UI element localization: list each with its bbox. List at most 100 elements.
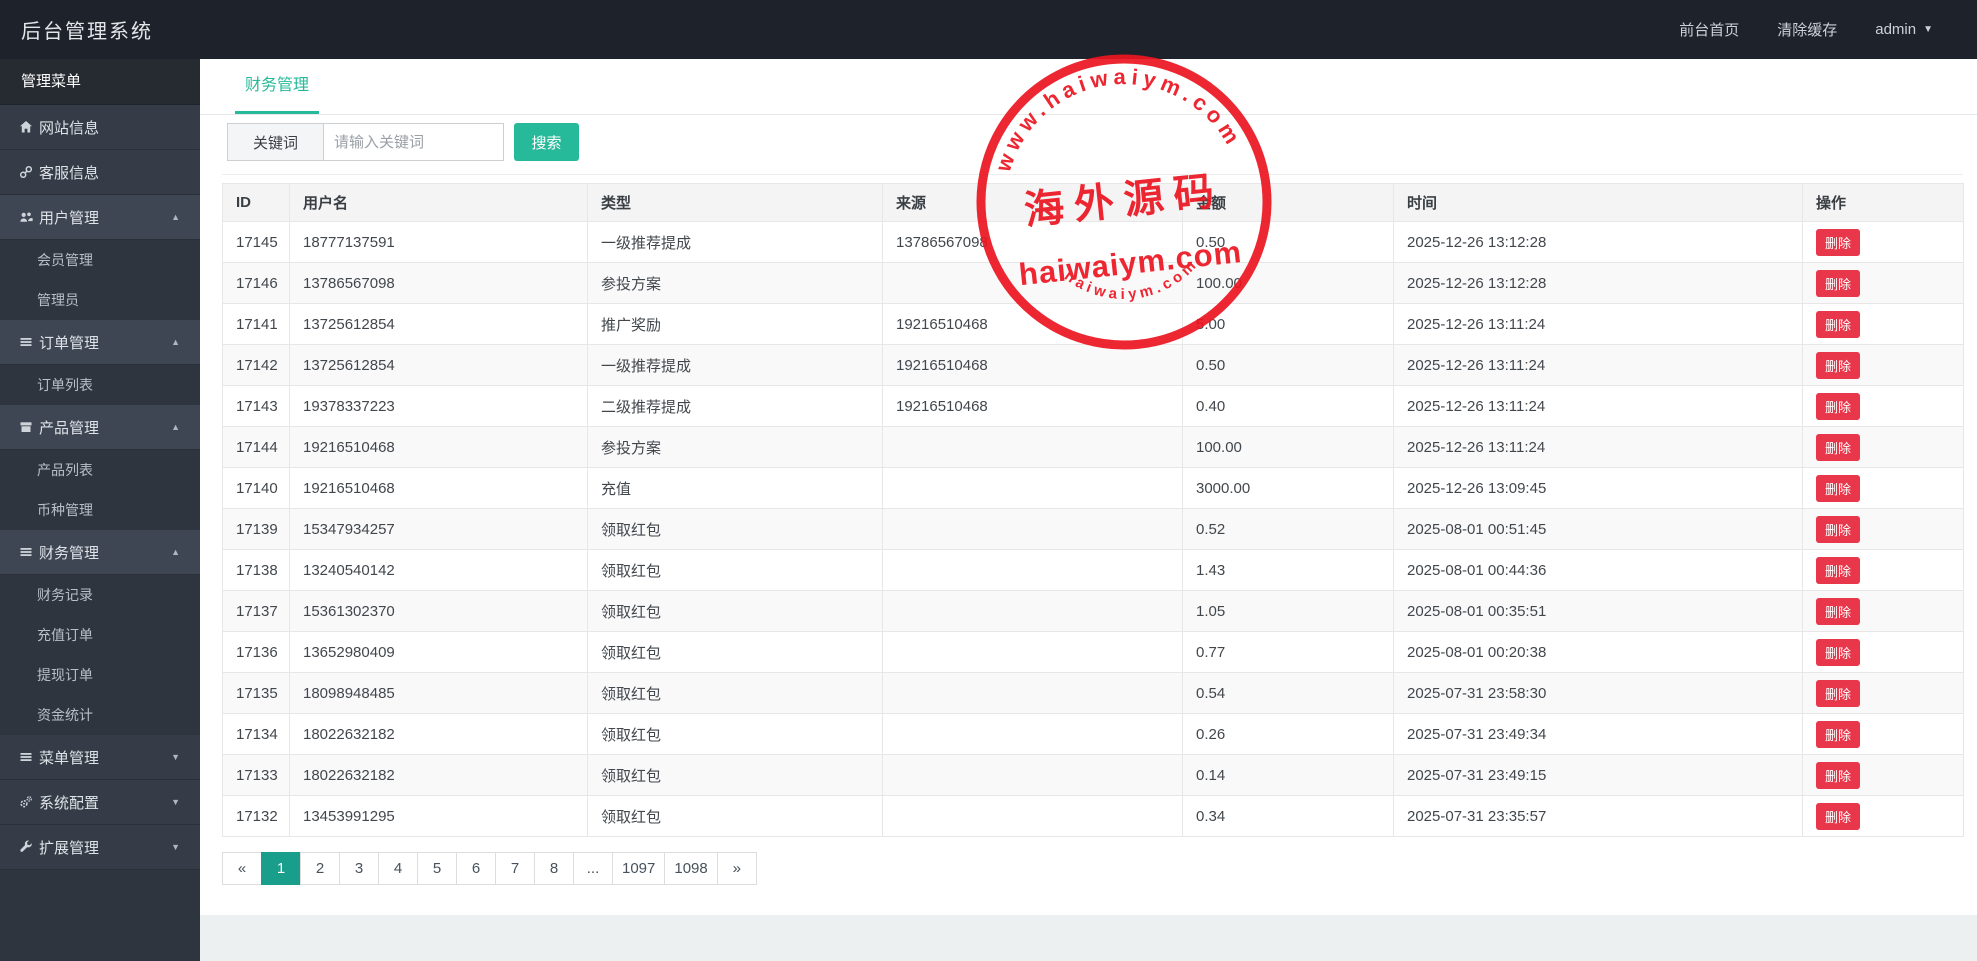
sidebar-subitem-recharge-order[interactable]: 充值订单 bbox=[0, 615, 200, 655]
sidebar-subitem-label: 订单列表 bbox=[37, 377, 93, 393]
gears-icon bbox=[19, 795, 33, 809]
sidebar-item-extend-manage[interactable]: 扩展管理 ▼ bbox=[0, 825, 200, 870]
table-cell: 3000.00 bbox=[1182, 467, 1394, 509]
delete-button[interactable]: 删除 bbox=[1816, 433, 1861, 461]
table-cell: 0.34 bbox=[1182, 795, 1394, 837]
sidebar-subitem-admin-manage[interactable]: 管理员 bbox=[0, 280, 200, 320]
table-cell bbox=[882, 426, 1183, 468]
frontend-home-link[interactable]: 前台首页 bbox=[1679, 19, 1739, 40]
table-cell: 1.05 bbox=[1182, 590, 1394, 632]
table-cell: 17136 bbox=[222, 631, 290, 673]
table-cell: 2025-12-26 13:12:28 bbox=[1393, 262, 1803, 304]
sidebar-subitem-member-manage[interactable]: 会员管理 bbox=[0, 240, 200, 280]
delete-button[interactable]: 删除 bbox=[1816, 597, 1861, 625]
pagination-page-1097[interactable]: 1097 bbox=[612, 852, 666, 885]
sidebar-item-user-manage[interactable]: 用户管理 ▲ bbox=[0, 195, 200, 240]
navbar-links: 前台首页 清除缓存 admin ▼ bbox=[1679, 19, 1977, 40]
delete-button[interactable]: 删除 bbox=[1816, 474, 1861, 502]
clear-cache-link[interactable]: 清除缓存 bbox=[1777, 19, 1837, 40]
delete-button[interactable]: 删除 bbox=[1816, 556, 1861, 584]
sidebar-item-service-info[interactable]: 客服信息 bbox=[0, 150, 200, 195]
app-title: 后台管理系统 bbox=[21, 21, 153, 43]
table-row: 17138 13240540142 领取红包 1.43 2025-08-01 00:44… bbox=[222, 549, 1964, 591]
pagination-next[interactable]: » bbox=[716, 852, 757, 885]
sidebar-subitem-product-list[interactable]: 产品列表 bbox=[0, 450, 200, 490]
pagination-page-1[interactable]: 1 bbox=[261, 852, 301, 885]
sidebar-item-system-config[interactable]: 系统配置 ▼ bbox=[0, 780, 200, 825]
chevron-down-icon: ▼ bbox=[171, 842, 180, 852]
sidebar-section-header: 管理菜单 bbox=[0, 59, 200, 105]
table-cell: 13786567098 bbox=[882, 221, 1183, 263]
delete-button[interactable]: 删除 bbox=[1816, 351, 1861, 379]
table-cell: 13786567098 bbox=[289, 262, 588, 304]
delete-button[interactable]: 删除 bbox=[1816, 761, 1861, 789]
pagination-page-7[interactable]: 7 bbox=[495, 852, 535, 885]
delete-button[interactable]: 删除 bbox=[1816, 310, 1861, 338]
table-cell bbox=[882, 631, 1183, 673]
delete-button[interactable]: 删除 bbox=[1816, 638, 1861, 666]
table-cell: 领取红包 bbox=[587, 713, 883, 755]
search-button[interactable]: 搜索 bbox=[514, 123, 579, 161]
sidebar: 管理菜单 网站信息 客服信息 用户管理 ▲ 会员管理 管理员 订单管理 ▲ 订单列表产品管理 ▲ 产… bbox=[0, 59, 200, 961]
table-cell bbox=[882, 508, 1183, 550]
table-cell: 18777137591 bbox=[289, 221, 588, 263]
sidebar-item-finance-manage[interactable]: 财务管理 ▲ bbox=[0, 530, 200, 575]
keyword-input[interactable] bbox=[323, 123, 504, 161]
table-cell bbox=[882, 713, 1183, 755]
table-cell-actions: 删除 bbox=[1802, 303, 1964, 345]
pagination-prev[interactable]: « bbox=[222, 852, 262, 885]
list-icon bbox=[19, 750, 33, 764]
table-row: 17143 19378337223 二级推荐提成 19216510468 0.40 202… bbox=[222, 385, 1964, 427]
sidebar-item-order-manage[interactable]: 订单管理 ▲ bbox=[0, 320, 200, 365]
user-menu[interactable]: admin ▼ bbox=[1875, 21, 1933, 38]
sidebar-subitem-coin-manage[interactable]: 币种管理 bbox=[0, 490, 200, 530]
table-cell-actions: 删除 bbox=[1802, 713, 1964, 755]
pagination-page-1098[interactable]: 1098 bbox=[664, 852, 718, 885]
pagination-page-5[interactable]: 5 bbox=[417, 852, 457, 885]
pagination-ellipsis[interactable]: ... bbox=[573, 852, 613, 885]
sidebar-subitem-label: 提现订单 bbox=[37, 667, 93, 683]
sidebar-item-site-info[interactable]: 网站信息 bbox=[0, 105, 200, 150]
pagination-page-8[interactable]: 8 bbox=[534, 852, 574, 885]
table-row: 17139 15347934257 领取红包 0.52 2025-08-01 00:51… bbox=[222, 508, 1964, 550]
sidebar-subitem-fund-stats[interactable]: 资金统计 bbox=[0, 695, 200, 735]
column-header: 时间 bbox=[1393, 183, 1803, 222]
pagination-page-4[interactable]: 4 bbox=[378, 852, 418, 885]
tab-finance[interactable]: 财务管理 bbox=[235, 59, 320, 114]
table-cell bbox=[882, 467, 1183, 509]
table-cell: 0.77 bbox=[1182, 631, 1394, 673]
table-cell: 2025-12-26 13:11:24 bbox=[1393, 344, 1803, 386]
table-cell-actions: 删除 bbox=[1802, 631, 1964, 673]
table-cell: 100.00 bbox=[1182, 262, 1394, 304]
chevron-down-icon: ▼ bbox=[1923, 24, 1933, 35]
pagination-page-3[interactable]: 3 bbox=[339, 852, 379, 885]
delete-button[interactable]: 删除 bbox=[1816, 269, 1861, 297]
delete-button[interactable]: 删除 bbox=[1816, 679, 1861, 707]
column-header: 来源 bbox=[882, 183, 1183, 222]
table-cell: 充值 bbox=[587, 467, 883, 509]
sidebar-subitem-withdraw-order[interactable]: 提现订单 bbox=[0, 655, 200, 695]
pagination-page-2[interactable]: 2 bbox=[300, 852, 340, 885]
table-cell: 一级推荐提成 bbox=[587, 221, 883, 263]
table-cell: 2025-12-26 13:09:45 bbox=[1393, 467, 1803, 509]
delete-button[interactable]: 删除 bbox=[1816, 802, 1861, 830]
sidebar-subitem-label: 财务记录 bbox=[37, 587, 93, 603]
sidebar-subitem-finance-record[interactable]: 财务记录 bbox=[0, 575, 200, 615]
table-cell: 13652980409 bbox=[289, 631, 588, 673]
table-cell: 17133 bbox=[222, 754, 290, 796]
table-cell: 2025-08-01 00:20:38 bbox=[1393, 631, 1803, 673]
table-row: 17134 18022632182 领取红包 0.26 2025-07-31 23:49… bbox=[222, 713, 1964, 755]
delete-button[interactable]: 删除 bbox=[1816, 228, 1861, 256]
pagination-page-6[interactable]: 6 bbox=[456, 852, 496, 885]
delete-button[interactable]: 删除 bbox=[1816, 515, 1861, 543]
home-icon bbox=[19, 120, 33, 134]
sidebar-subitem-label: 产品列表 bbox=[37, 462, 93, 478]
table-cell: 2025-12-26 13:11:24 bbox=[1393, 426, 1803, 468]
delete-button[interactable]: 删除 bbox=[1816, 392, 1861, 420]
sidebar-item-product-manage[interactable]: 产品管理 ▲ bbox=[0, 405, 200, 450]
table-cell: 15347934257 bbox=[289, 508, 588, 550]
delete-button[interactable]: 删除 bbox=[1816, 720, 1861, 748]
sidebar-subitem-order-list[interactable]: 订单列表 bbox=[0, 365, 200, 405]
sidebar-item-label: 用户管理 bbox=[39, 209, 100, 227]
sidebar-item-menu-manage[interactable]: 菜单管理 ▼ bbox=[0, 735, 200, 780]
